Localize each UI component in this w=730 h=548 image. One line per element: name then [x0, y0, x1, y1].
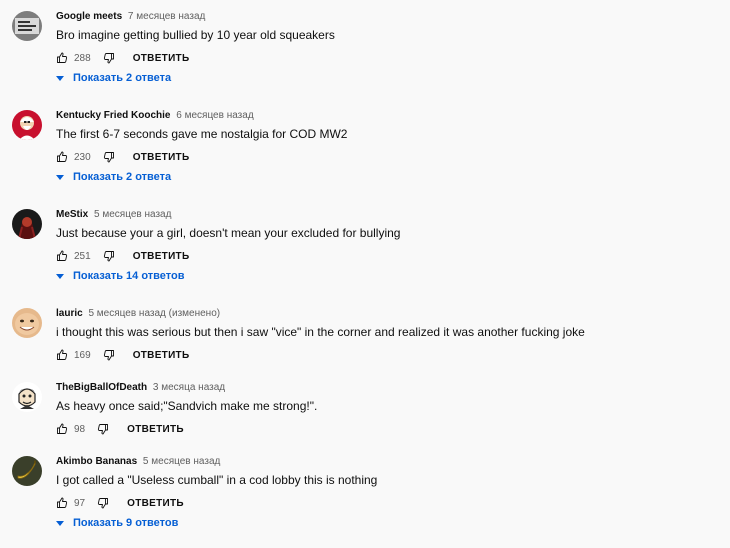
- thumbs-up-icon: [57, 349, 68, 360]
- dislike-button[interactable]: [103, 349, 115, 361]
- comment-header: MeStix 5 месяцев назад: [56, 208, 171, 222]
- avatar[interactable]: [12, 11, 42, 41]
- thumbs-up-icon: [57, 52, 68, 63]
- like-count: 230: [74, 151, 91, 163]
- show-replies-button[interactable]: Показать 9 ответов: [56, 517, 178, 529]
- colonel-avatar-icon: [12, 110, 42, 140]
- comment-time[interactable]: 3 месяца назад: [153, 382, 225, 393]
- dark-character-avatar-icon: [12, 209, 42, 239]
- thumbs-down-icon: [98, 498, 109, 509]
- show-replies-button[interactable]: Показать 14 ответов: [56, 270, 184, 282]
- dislike-button[interactable]: [103, 52, 115, 64]
- dislike-button[interactable]: [97, 497, 109, 509]
- comment-header: TheBigBallOfDeath 3 месяца назад: [56, 381, 225, 395]
- thumbs-down-icon: [103, 152, 114, 163]
- like-count: 288: [74, 52, 91, 64]
- comment-text: Bro imagine getting bullied by 10 year o…: [56, 28, 335, 42]
- reply-button[interactable]: ОТВЕТИТЬ: [133, 152, 190, 163]
- comment-time[interactable]: 5 месяцев назад (изменено): [88, 308, 220, 319]
- author-name[interactable]: Akimbo Bananas: [56, 456, 137, 467]
- comment-time[interactable]: 7 месяцев назад: [128, 11, 205, 22]
- reply-button[interactable]: ОТВЕТИТЬ: [133, 53, 190, 64]
- like-count: 98: [74, 423, 86, 435]
- show-replies-button[interactable]: Показать 2 ответа: [56, 72, 171, 84]
- like-button[interactable]: [56, 250, 68, 262]
- comment-header: Google meets 7 месяцев назад: [56, 10, 205, 24]
- thumbs-up-icon: [57, 497, 68, 508]
- comment-actions: 98 ОТВЕТИТЬ: [56, 421, 184, 437]
- reply-button[interactable]: ОТВЕТИТЬ: [127, 424, 184, 435]
- comment-text: The first 6-7 seconds gave me nostalgia …: [56, 127, 348, 141]
- comment-header: Kentucky Fried Koochie 6 месяцев назад: [56, 109, 254, 123]
- thumbs-up-icon: [57, 423, 68, 434]
- like-button[interactable]: [56, 349, 68, 361]
- comment-time[interactable]: 6 месяцев назад: [176, 110, 253, 121]
- like-button[interactable]: [56, 423, 68, 435]
- chevron-down-icon: [56, 520, 64, 526]
- reply-button[interactable]: ОТВЕТИТЬ: [133, 251, 190, 262]
- comment-text: I got called a "Useless cumball" in a co…: [56, 473, 378, 487]
- show-replies-label: Показать 9 ответов: [73, 517, 179, 529]
- like-count: 169: [74, 349, 91, 361]
- thumbs-up-icon: [57, 250, 68, 261]
- comment-time[interactable]: 5 месяцев назад: [94, 209, 171, 220]
- avatar[interactable]: [12, 110, 42, 140]
- thumbs-down-icon: [98, 424, 109, 435]
- author-name[interactable]: TheBigBallOfDeath: [56, 382, 147, 393]
- thumbs-down-icon: [103, 53, 114, 64]
- thumbs-up-icon: [57, 151, 68, 162]
- thumbs-down-icon: [103, 350, 114, 361]
- comment-text: i thought this was serious but then i sa…: [56, 325, 585, 339]
- thumbs-down-icon: [103, 251, 114, 262]
- chevron-down-icon: [56, 75, 64, 81]
- show-replies-label: Показать 2 ответа: [73, 171, 172, 183]
- like-count: 251: [74, 250, 91, 262]
- comment-header: Akimbo Bananas 5 месяцев назад: [56, 455, 220, 469]
- dislike-button[interactable]: [97, 423, 109, 435]
- comment-time[interactable]: 5 месяцев назад: [143, 456, 220, 467]
- like-count: 97: [74, 497, 86, 509]
- comment-text: Just because your a girl, doesn't mean y…: [56, 226, 401, 240]
- comment-actions: 251 ОТВЕТИТЬ: [56, 248, 189, 264]
- reply-button[interactable]: ОТВЕТИТЬ: [127, 498, 184, 509]
- comment-actions: 169 ОТВЕТИТЬ: [56, 347, 189, 363]
- banana-avatar-icon: [12, 456, 42, 486]
- google-meets-avatar-icon: [12, 11, 42, 41]
- author-name[interactable]: lauric: [56, 308, 83, 319]
- dislike-button[interactable]: [103, 250, 115, 262]
- avatar[interactable]: [12, 456, 42, 486]
- show-replies-label: Показать 14 ответов: [73, 270, 185, 282]
- show-replies-button[interactable]: Показать 2 ответа: [56, 171, 171, 183]
- author-name[interactable]: Google meets: [56, 11, 122, 22]
- like-button[interactable]: [56, 497, 68, 509]
- comment-actions: 288 ОТВЕТИТЬ: [56, 50, 189, 66]
- author-name[interactable]: Kentucky Fried Koochie: [56, 110, 170, 121]
- avatar[interactable]: [12, 308, 42, 338]
- reply-button[interactable]: ОТВЕТИТЬ: [133, 350, 190, 361]
- chevron-down-icon: [56, 174, 64, 180]
- cartoon-man-avatar-icon: [12, 382, 42, 412]
- avatar[interactable]: [12, 382, 42, 412]
- comment-text: As heavy once said;"Sandvich make me str…: [56, 399, 318, 413]
- show-replies-label: Показать 2 ответа: [73, 72, 172, 84]
- like-button[interactable]: [56, 52, 68, 64]
- chevron-down-icon: [56, 273, 64, 279]
- avatar[interactable]: [12, 209, 42, 239]
- face-avatar-icon: [12, 308, 42, 338]
- dislike-button[interactable]: [103, 151, 115, 163]
- comment-actions: 97 ОТВЕТИТЬ: [56, 495, 184, 511]
- comment-actions: 230 ОТВЕТИТЬ: [56, 149, 189, 165]
- author-name[interactable]: MeStix: [56, 209, 88, 220]
- comment-header: lauric 5 месяцев назад (изменено): [56, 307, 220, 321]
- like-button[interactable]: [56, 151, 68, 163]
